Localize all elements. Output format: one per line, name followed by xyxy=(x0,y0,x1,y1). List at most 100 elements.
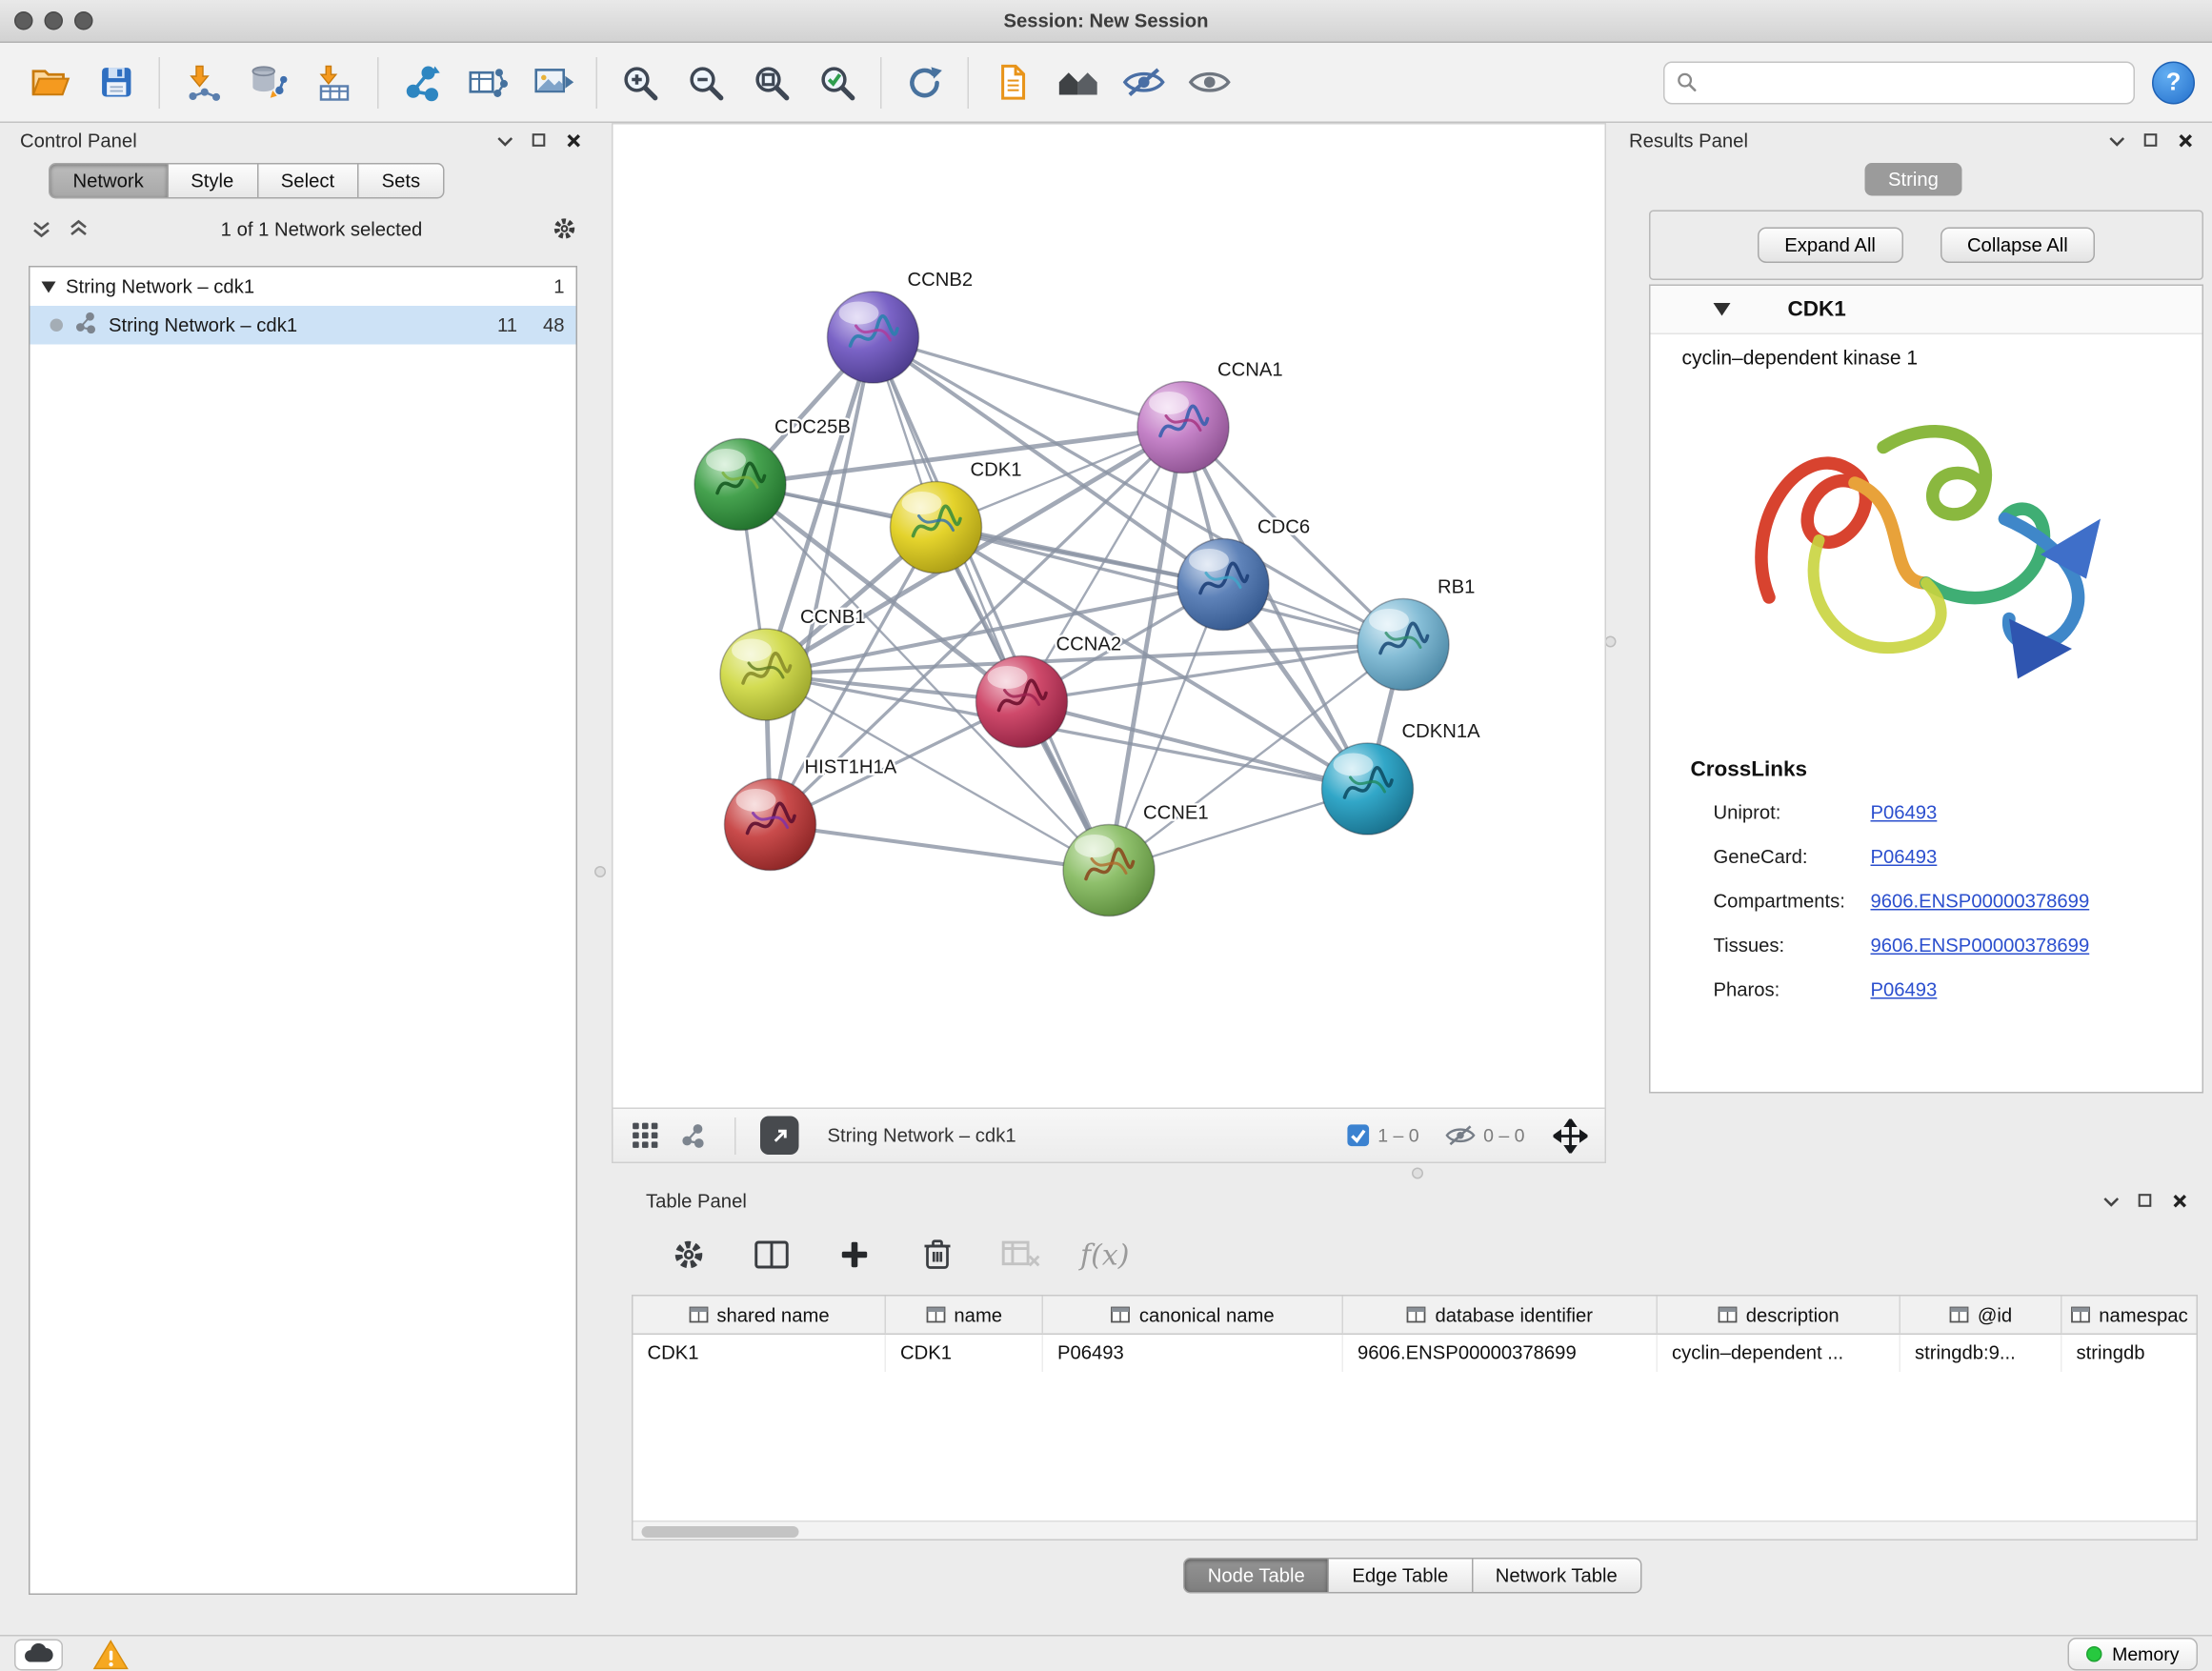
zoom-in-button[interactable] xyxy=(608,52,674,112)
float-panel-icon[interactable] xyxy=(2103,128,2129,153)
apply-layout-button[interactable] xyxy=(892,52,957,112)
create-network-from-table-button[interactable] xyxy=(454,52,520,112)
zoom-out-button[interactable] xyxy=(674,52,739,112)
function-builder-icon[interactable]: f(x) xyxy=(1080,1238,1129,1272)
network-node-HIST1H1A[interactable]: HIST1H1A xyxy=(725,757,897,871)
genecard-link[interactable]: P06493 xyxy=(1871,835,1938,879)
tab-edge-table[interactable]: Edge Table xyxy=(1328,1558,1473,1594)
column-header[interactable]: namespac xyxy=(2062,1297,2197,1336)
table-row[interactable]: CDK1 CDK1 P06493 9606.ENSP00000378699 cy… xyxy=(633,1335,2197,1372)
main-toolbar: ? xyxy=(0,43,2212,123)
tab-select[interactable]: Select xyxy=(256,163,358,199)
import-network-from-database-button[interactable] xyxy=(236,52,302,112)
column-header[interactable]: database identifier xyxy=(1343,1297,1658,1336)
maximize-panel-icon[interactable] xyxy=(526,128,552,153)
compartments-link[interactable]: 9606.ENSP00000378699 xyxy=(1871,879,2090,924)
save-session-button[interactable] xyxy=(83,52,149,112)
expand-all-button[interactable]: Expand All xyxy=(1758,228,1903,264)
tab-network-table[interactable]: Network Table xyxy=(1471,1558,1641,1594)
network-node-RB1[interactable]: RB1 xyxy=(1357,577,1475,691)
export-image-button[interactable] xyxy=(520,52,586,112)
close-panel-icon[interactable] xyxy=(2166,1188,2192,1214)
left-splitter-handle[interactable] xyxy=(594,866,606,877)
float-panel-icon[interactable] xyxy=(492,128,517,153)
warnings-button[interactable] xyxy=(86,1639,134,1670)
hide-selected-icon-button[interactable] xyxy=(1111,52,1176,112)
cell-namespace[interactable]: stringdb xyxy=(2062,1335,2197,1372)
column-header[interactable]: canonical name xyxy=(1043,1297,1343,1336)
import-table-from-file-button[interactable] xyxy=(302,52,368,112)
delete-table-icon-disabled[interactable] xyxy=(997,1232,1043,1278)
close-window-button[interactable] xyxy=(14,11,33,30)
network-options-gear-icon[interactable] xyxy=(552,216,577,242)
show-overview-button[interactable] xyxy=(1045,52,1111,112)
detach-view-button[interactable] xyxy=(760,1117,799,1156)
network-row-selected[interactable]: String Network – cdk1 11 48 xyxy=(30,306,576,345)
network-node-CDK1[interactable]: CDK1 xyxy=(891,460,1022,574)
pharos-link[interactable]: P06493 xyxy=(1871,968,1938,1013)
network-node-CCNB2[interactable]: CCNB2 xyxy=(828,270,974,383)
memory-button[interactable]: Memory xyxy=(2068,1638,2198,1671)
cell-canonical-name[interactable]: P06493 xyxy=(1043,1335,1343,1372)
cell-database-identifier[interactable]: 9606.ENSP00000378699 xyxy=(1343,1335,1658,1372)
network-node-CCNB1[interactable]: CCNB1 xyxy=(720,607,866,720)
string-results-tab[interactable]: String xyxy=(1865,163,1961,196)
tab-sets[interactable]: Sets xyxy=(357,163,445,199)
table-settings-gear-icon[interactable] xyxy=(666,1232,712,1278)
tab-node-table[interactable]: Node Table xyxy=(1183,1558,1329,1594)
search-box[interactable] xyxy=(1663,61,2135,104)
network-collection-row[interactable]: String Network – cdk1 1 xyxy=(30,268,576,307)
gene-disclosure-triangle-icon[interactable] xyxy=(1714,299,1731,321)
delete-column-icon[interactable] xyxy=(915,1232,960,1278)
right-splitter-handle[interactable] xyxy=(1605,636,1617,648)
zoom-fit-button[interactable] xyxy=(739,52,805,112)
cloud-status-button[interactable] xyxy=(14,1639,63,1670)
maximize-panel-icon[interactable] xyxy=(2138,128,2163,153)
tissues-link[interactable]: 9606.ENSP00000378699 xyxy=(1871,923,2090,968)
close-panel-icon[interactable] xyxy=(2172,128,2198,153)
column-header[interactable]: @id xyxy=(1900,1297,2062,1336)
network-share-icon[interactable] xyxy=(676,1122,711,1148)
network-node-CDC6[interactable]: CDC6 xyxy=(1177,517,1310,631)
gene-header-row[interactable]: CDK1 xyxy=(1651,286,2202,334)
zoom-selected-button[interactable] xyxy=(805,52,871,112)
collapse-tree-icon[interactable] xyxy=(66,216,91,242)
show-columns-icon[interactable] xyxy=(749,1232,794,1278)
open-documentation-button[interactable] xyxy=(979,52,1045,112)
network-graph[interactable]: CCNB2CCNA1CDC25BCDK1CDC6RB1CCNB1CCNA2CDK… xyxy=(613,125,1605,1108)
horizontal-splitter-handle[interactable] xyxy=(1412,1168,1423,1179)
add-column-icon[interactable] xyxy=(832,1232,877,1278)
disclosure-triangle-icon[interactable] xyxy=(42,276,56,298)
cell-name[interactable]: CDK1 xyxy=(886,1335,1043,1372)
search-input[interactable] xyxy=(1706,71,2122,93)
float-panel-icon[interactable] xyxy=(2098,1188,2123,1214)
column-header[interactable]: description xyxy=(1658,1297,1900,1336)
tab-network[interactable]: Network xyxy=(49,163,168,199)
tab-style[interactable]: Style xyxy=(167,163,258,199)
table-horizontal-scrollbar[interactable] xyxy=(633,1520,2197,1540)
grid-view-icon[interactable] xyxy=(628,1122,662,1148)
column-header[interactable]: shared name xyxy=(633,1297,887,1336)
toolbar-separator xyxy=(734,1117,736,1154)
column-header[interactable]: name xyxy=(886,1297,1043,1336)
expand-tree-icon[interactable] xyxy=(29,216,54,242)
network-node-CDKN1A[interactable]: CDKN1A xyxy=(1322,721,1481,835)
network-node-CCNA1[interactable]: CCNA1 xyxy=(1137,360,1283,473)
maximize-panel-icon[interactable] xyxy=(2132,1188,2158,1214)
close-panel-icon[interactable] xyxy=(560,128,586,153)
cell-id[interactable]: stringdb:9... xyxy=(1900,1335,2062,1372)
maximize-window-button[interactable] xyxy=(74,11,93,30)
open-session-button[interactable] xyxy=(17,52,83,112)
pan-mode-icon[interactable] xyxy=(1551,1122,1591,1148)
import-network-from-file-button[interactable] xyxy=(171,52,236,112)
show-all-icon-button[interactable] xyxy=(1176,52,1242,112)
scrollbar-thumb[interactable] xyxy=(642,1525,799,1537)
network-canvas[interactable]: CCNB2CCNA1CDC25BCDK1CDC6RB1CCNB1CCNA2CDK… xyxy=(612,123,1606,1109)
minimize-window-button[interactable] xyxy=(45,11,64,30)
collapse-all-button[interactable]: Collapse All xyxy=(1940,228,2095,264)
uniprot-link[interactable]: P06493 xyxy=(1871,791,1938,836)
cell-description[interactable]: cyclin–dependent ... xyxy=(1658,1335,1900,1372)
help-button[interactable]: ? xyxy=(2152,61,2195,104)
clone-network-button[interactable] xyxy=(389,52,454,112)
cell-shared-name[interactable]: CDK1 xyxy=(633,1335,887,1372)
